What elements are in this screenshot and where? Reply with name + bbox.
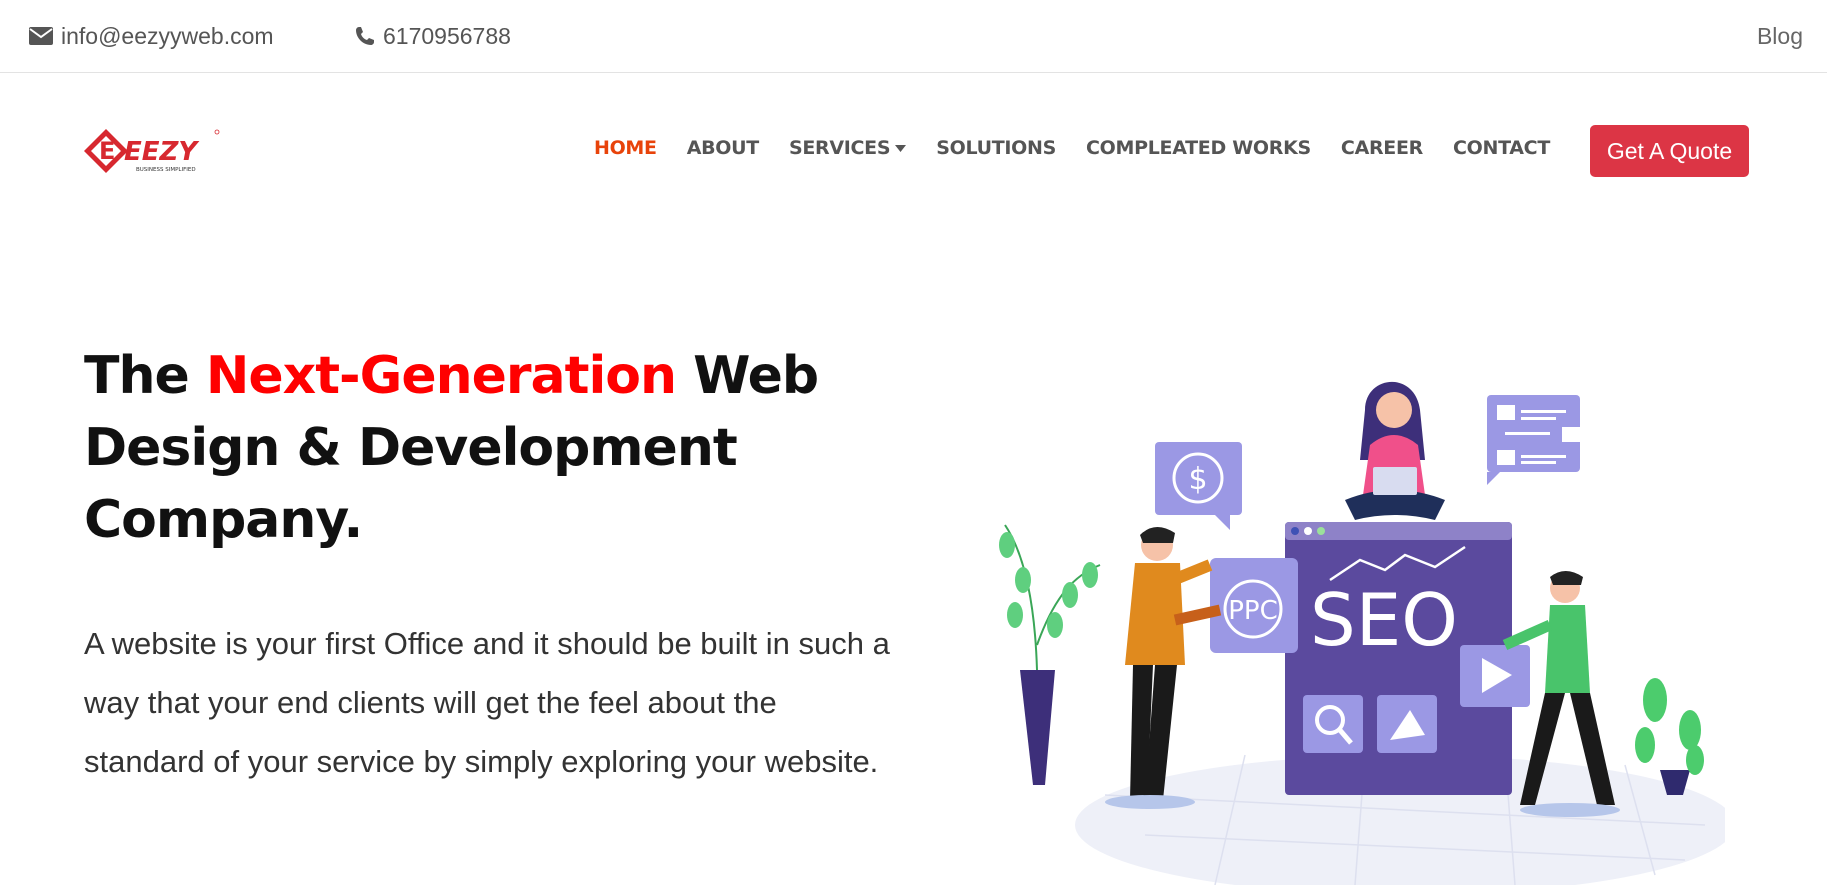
dollar-icon: $: [1188, 462, 1207, 497]
hero-description: A website is your first Office and it sh…: [84, 626, 890, 779]
svg-text:E: E: [99, 137, 115, 165]
seo-illustration-icon: $ SEO PPC: [999, 381, 1735, 890]
nav-item-home[interactable]: HOME: [594, 137, 657, 159]
nav-item-contact[interactable]: CONTACT: [1453, 137, 1550, 159]
ppc-badge: PPC: [1228, 596, 1278, 626]
email-contact[interactable]: info@eezyyweb.com: [29, 23, 274, 50]
logo-tagline: BUSINESS SIMPLIFIED: [136, 167, 196, 173]
email-text: info@eezyyweb.com: [61, 22, 274, 49]
nav-item-about[interactable]: ABOUT: [687, 137, 760, 159]
logo-wordmark: EEZY: [124, 137, 200, 167]
blog-link[interactable]: Blog: [1757, 23, 1803, 50]
nav-menu: HOME ABOUT SERVICES SOLUTIONS COMPLEATED…: [564, 123, 1550, 173]
get-a-quote-button[interactable]: Get A Quote: [1590, 125, 1749, 177]
hero-title-pre: The: [84, 346, 206, 406]
seo-label: SEO: [1310, 578, 1458, 662]
phone-icon: [356, 27, 374, 45]
caret-down-icon: [895, 144, 907, 152]
brand-logo[interactable]: E EEZY BUSINESS SIMPLIFIED: [84, 126, 224, 176]
nav-item-solutions[interactable]: SOLUTIONS: [936, 137, 1056, 159]
eezy-logo-icon: E EEZY BUSINESS SIMPLIFIED: [84, 129, 220, 173]
nav-item-services[interactable]: SERVICES: [789, 137, 907, 159]
main-navbar: E EEZY BUSINESS SIMPLIFIED HOME ABOUT SE…: [0, 73, 1827, 229]
envelope-icon: [29, 27, 53, 45]
hero-title: The Next-Generation Web Design & Develop…: [84, 340, 884, 556]
nav-item-career[interactable]: CAREER: [1341, 137, 1423, 159]
seo-illustration: $ SEO PPC: [985, 355, 1735, 890]
hero-title-accent: Next-Generation: [205, 346, 677, 406]
nav-item-compleated-works[interactable]: COMPLEATED WORKS: [1086, 137, 1311, 159]
phone-contact[interactable]: 6170956788: [355, 23, 511, 50]
phone-text: 6170956788: [383, 22, 511, 49]
top-bar: info@eezyyweb.com 6170956788 Blog: [0, 0, 1827, 73]
